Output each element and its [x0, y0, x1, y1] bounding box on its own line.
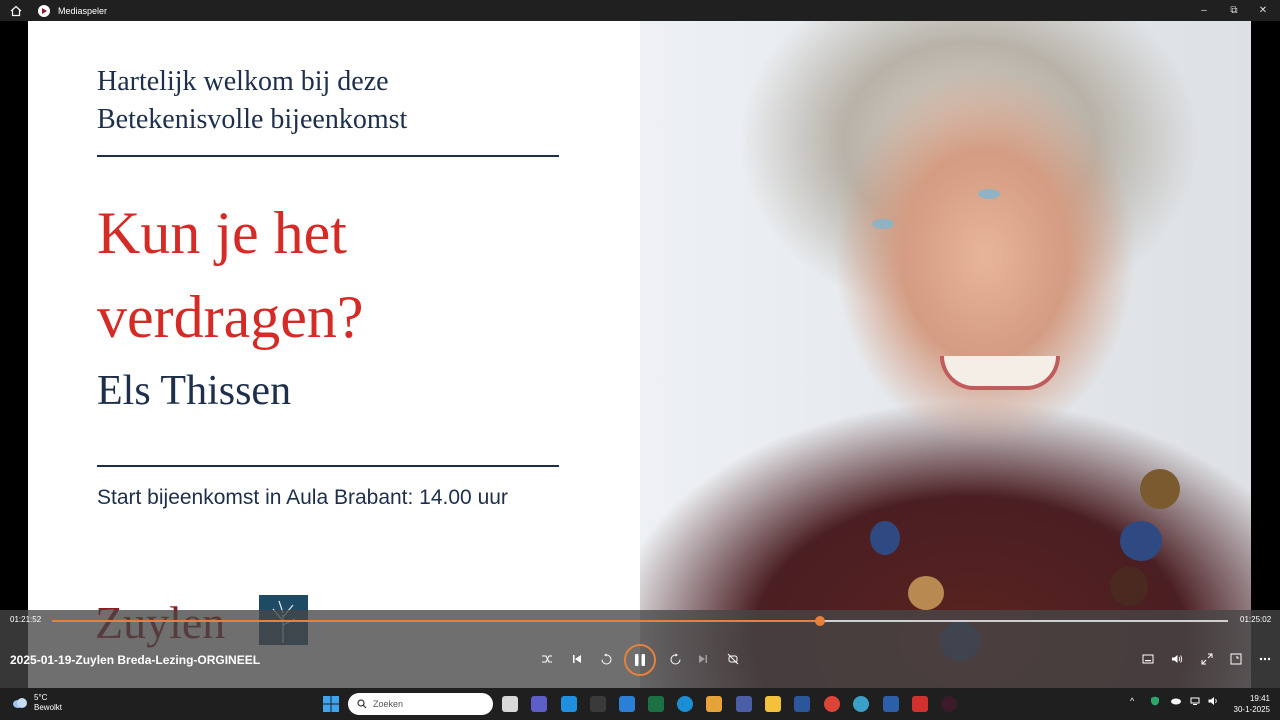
title-bar: Mediaspeler – ⧉ ✕ [0, 0, 1280, 21]
close-button[interactable]: ✕ [1246, 0, 1280, 21]
media-player-app-icon [38, 4, 50, 17]
video-frame[interactable]: Hartelijk welkom bij deze Betekenisvolle… [28, 21, 1251, 688]
app-icon[interactable] [706, 696, 722, 712]
network-icon[interactable] [1190, 696, 1200, 708]
miniplayer-icon[interactable] [1137, 648, 1159, 670]
divider-top [97, 155, 559, 157]
acrobat-icon[interactable] [912, 696, 928, 712]
home-icon[interactable] [8, 3, 24, 19]
app-icon[interactable] [561, 696, 577, 712]
search-placeholder: Zoeken [373, 699, 404, 709]
taskbar-clock[interactable]: 19:41 30-1-2025 [1234, 693, 1270, 715]
rewind-10-icon[interactable] [595, 648, 617, 670]
start-time-text: Start bijeenkomst in Aula Brabant: 14.00… [97, 486, 508, 509]
taskbar: 5°C Bewolkt Zoeken ^ 19:41 30-1-2025 [0, 688, 1280, 720]
volume-icon[interactable] [1166, 648, 1188, 670]
photo-eye-left [872, 219, 894, 229]
task-view-icon[interactable] [502, 696, 518, 712]
more-options-icon[interactable] [1254, 648, 1276, 670]
window-title: Mediaspeler [58, 5, 108, 16]
shuffle-icon[interactable] [536, 648, 558, 670]
defender-icon[interactable] [1150, 696, 1160, 708]
next-icon[interactable] [692, 648, 714, 670]
seek-bar[interactable] [52, 616, 1228, 626]
previous-icon[interactable] [566, 648, 588, 670]
speaker-photo [640, 21, 1251, 688]
player-controls: 01:21:52 01:25:02 2025-01-19-Zuylen Bred… [0, 610, 1280, 688]
cloud-icon [13, 698, 27, 708]
welcome-line-1: Hartelijk welkom bij deze [97, 66, 389, 97]
app-icon[interactable] [883, 696, 899, 712]
file-explorer-icon[interactable] [765, 696, 781, 712]
lecture-title: Kun je het verdragen? [97, 191, 363, 359]
taskbar-search-box[interactable]: Zoeken [348, 693, 493, 715]
compact-view-icon[interactable] [1225, 648, 1247, 670]
pause-icon [635, 654, 645, 666]
necklace-bead [908, 576, 944, 610]
slide-panel: Hartelijk welkom bij deze Betekenisvolle… [28, 21, 640, 688]
total-time: 01:25:02 [1240, 615, 1272, 624]
photo-smile [940, 356, 1060, 390]
clock-date: 30-1-2025 [1233, 705, 1270, 714]
photo-eye-right [978, 189, 1000, 199]
elapsed-time: 01:21:52 [10, 615, 42, 624]
start-icon[interactable] [323, 696, 339, 712]
fullscreen-icon[interactable] [1196, 648, 1218, 670]
weather-widget[interactable]: 5°C Bewolkt [12, 693, 62, 713]
tray-overflow-icon[interactable]: ^ [1130, 696, 1134, 706]
lecture-title-line-2: verdragen? [97, 284, 364, 350]
lecture-title-line-1: Kun je het [97, 200, 347, 266]
teams-icon[interactable] [531, 696, 547, 712]
necklace-bead [1120, 521, 1162, 561]
seek-bar-progress [52, 620, 820, 622]
necklace-bead [1110, 566, 1148, 606]
weather-temperature: 5°C [34, 693, 48, 702]
app-icon[interactable] [736, 696, 752, 712]
clock-time: 19:41 [1249, 694, 1270, 703]
app-icon[interactable] [853, 696, 869, 712]
chrome-icon[interactable] [824, 696, 840, 712]
speaker-volume-icon[interactable] [1208, 696, 1219, 708]
search-icon [357, 699, 367, 709]
app-icon[interactable] [590, 696, 606, 712]
seek-bar-thumb[interactable] [814, 616, 825, 626]
media-player-taskbar-icon[interactable] [941, 696, 957, 712]
media-title: 2025-01-19-Zuylen Breda-Lezing-ORGINEEL [10, 653, 261, 667]
divider-bottom [97, 465, 559, 467]
welcome-text: Hartelijk welkom bij deze Betekenisvolle… [97, 63, 407, 139]
remote-desktop-icon[interactable] [619, 696, 635, 712]
word-icon[interactable] [794, 696, 810, 712]
pause-button[interactable] [624, 644, 656, 676]
minimize-button[interactable]: – [1187, 0, 1221, 21]
edge-icon[interactable] [677, 696, 693, 712]
speaker-name: Els Thissen [97, 368, 292, 414]
repeat-off-icon[interactable] [722, 648, 744, 670]
necklace-bead [1140, 469, 1180, 509]
necklace-bead [870, 521, 900, 555]
forward-30-icon[interactable] [664, 648, 686, 670]
welcome-line-2: Betekenisvolle bijeenkomst [97, 104, 408, 135]
excel-icon[interactable] [648, 696, 664, 712]
weather-condition: Bewolkt [34, 703, 63, 712]
onedrive-icon[interactable] [1170, 696, 1182, 707]
